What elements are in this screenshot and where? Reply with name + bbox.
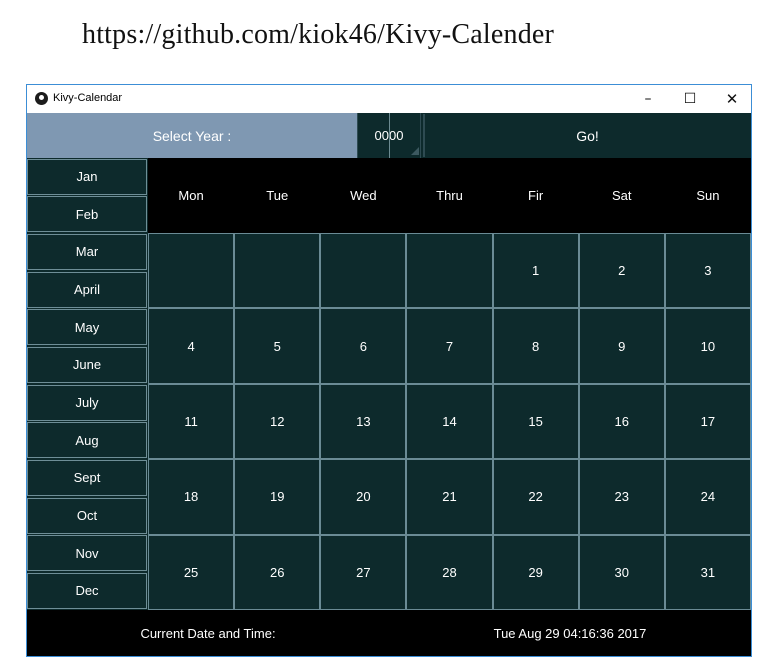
day-cell-12[interactable]: 12 <box>234 383 321 460</box>
day-cell-31[interactable]: 31 <box>664 534 751 610</box>
day-cell-30[interactable]: 30 <box>578 534 665 610</box>
weekday-label-mon: Mon <box>178 188 204 203</box>
month-button-april[interactable]: April <box>27 271 147 308</box>
year-toolbar: Select Year : Go! <box>27 113 751 158</box>
day-cell-4[interactable]: 4 <box>148 308 235 384</box>
month-button-feb[interactable]: Feb <box>27 196 147 233</box>
day-cell-11[interactable]: 11 <box>148 383 235 460</box>
month-button-mar[interactable]: Mar <box>27 233 147 270</box>
day-cell-10[interactable]: 10 <box>664 308 751 384</box>
weekday-label-tue: Tue <box>266 188 289 203</box>
empty-day-cell[interactable] <box>234 233 321 309</box>
day-cell-29[interactable]: 29 <box>492 534 579 610</box>
empty-day-cell[interactable] <box>148 233 235 309</box>
month-button-may[interactable]: May <box>27 309 147 346</box>
day-cell-8[interactable]: 8 <box>492 308 579 384</box>
minimize-icon[interactable]: – <box>627 85 669 113</box>
weekday-header: Mon Tue Wed Thru Fir Sat Sun <box>148 158 751 233</box>
app-window: Kivy-Calendar – ☐ ✕ Select Year : Go! Ja… <box>26 84 752 657</box>
weekday-label-fir: Fir <box>528 188 544 203</box>
day-cell-15[interactable]: 15 <box>492 383 579 460</box>
month-list: Jan Feb Mar April May June July Aug Sept Oct Nov De… <box>27 158 148 610</box>
day-cell-22[interactable]: 22 <box>492 459 579 535</box>
day-cell-1[interactable]: 1 <box>492 233 579 309</box>
day-cell-21[interactable]: 21 <box>406 459 493 535</box>
day-cell-20[interactable]: 20 <box>320 459 407 535</box>
input-resize-corner <box>411 147 419 155</box>
empty-day-cell[interactable] <box>320 233 407 309</box>
maximize-icon[interactable]: ☐ <box>669 85 711 113</box>
day-cell-26[interactable]: 26 <box>234 534 321 610</box>
close-icon[interactable]: ✕ <box>711 85 753 113</box>
day-cell-28[interactable]: 28 <box>406 534 493 610</box>
current-datetime-label: Current Date and Time: <box>140 625 276 641</box>
day-cell-27[interactable]: 27 <box>320 534 407 610</box>
select-year-label: Select Year : <box>27 113 357 158</box>
empty-day-cell[interactable] <box>406 233 493 309</box>
day-cell-24[interactable]: 24 <box>664 459 751 535</box>
day-cell-23[interactable]: 23 <box>578 459 665 535</box>
window-title: Kivy-Calendar <box>53 92 123 104</box>
go-button[interactable]: Go! <box>423 114 750 157</box>
weekday-label-sat: Sat <box>612 188 632 203</box>
day-cell-13[interactable]: 13 <box>320 383 407 460</box>
month-button-aug[interactable]: Aug <box>27 422 147 459</box>
month-button-july[interactable]: July <box>27 384 147 421</box>
month-button-june[interactable]: June <box>27 346 147 383</box>
day-grid: 1 2 3 4 5 6 7 8 9 10 11 12 13 14 15 16 17 18 19 20 21 22 23 24 2… <box>148 233 751 610</box>
day-cell-17[interactable]: 17 <box>664 383 751 460</box>
day-cell-16[interactable]: 16 <box>578 383 665 460</box>
day-cell-25[interactable]: 25 <box>148 534 235 610</box>
month-button-sept[interactable]: Sept <box>27 459 147 496</box>
weekday-label-thru: Thru <box>436 188 463 203</box>
page-caption: https://github.com/kiok46/Kivy-Calender <box>82 19 555 50</box>
title-bar: Kivy-Calendar – ☐ ✕ <box>27 85 751 113</box>
day-cell-19[interactable]: 19 <box>234 459 321 535</box>
kivy-app-icon <box>35 92 48 105</box>
day-cell-5[interactable]: 5 <box>234 308 321 384</box>
weekday-label-sun: Sun <box>696 188 720 203</box>
month-button-nov[interactable]: Nov <box>27 535 147 572</box>
day-cell-6[interactable]: 6 <box>320 308 407 384</box>
day-cell-3[interactable]: 3 <box>664 233 751 309</box>
day-cell-7[interactable]: 7 <box>406 308 493 384</box>
text-cursor <box>389 113 390 158</box>
month-button-jan[interactable]: Jan <box>27 158 147 195</box>
month-button-oct[interactable]: Oct <box>27 497 147 534</box>
day-cell-14[interactable]: 14 <box>406 383 493 460</box>
day-cell-9[interactable]: 9 <box>578 308 665 384</box>
weekday-label-wed: Wed <box>350 188 377 203</box>
month-button-dec[interactable]: Dec <box>27 572 147 609</box>
day-cell-18[interactable]: 18 <box>148 459 235 535</box>
current-datetime-value: Tue Aug 29 04:16:36 2017 <box>493 625 647 641</box>
day-cell-2[interactable]: 2 <box>578 233 665 309</box>
status-footer: Current Date and Time: Tue Aug 29 04:16:… <box>27 610 751 656</box>
